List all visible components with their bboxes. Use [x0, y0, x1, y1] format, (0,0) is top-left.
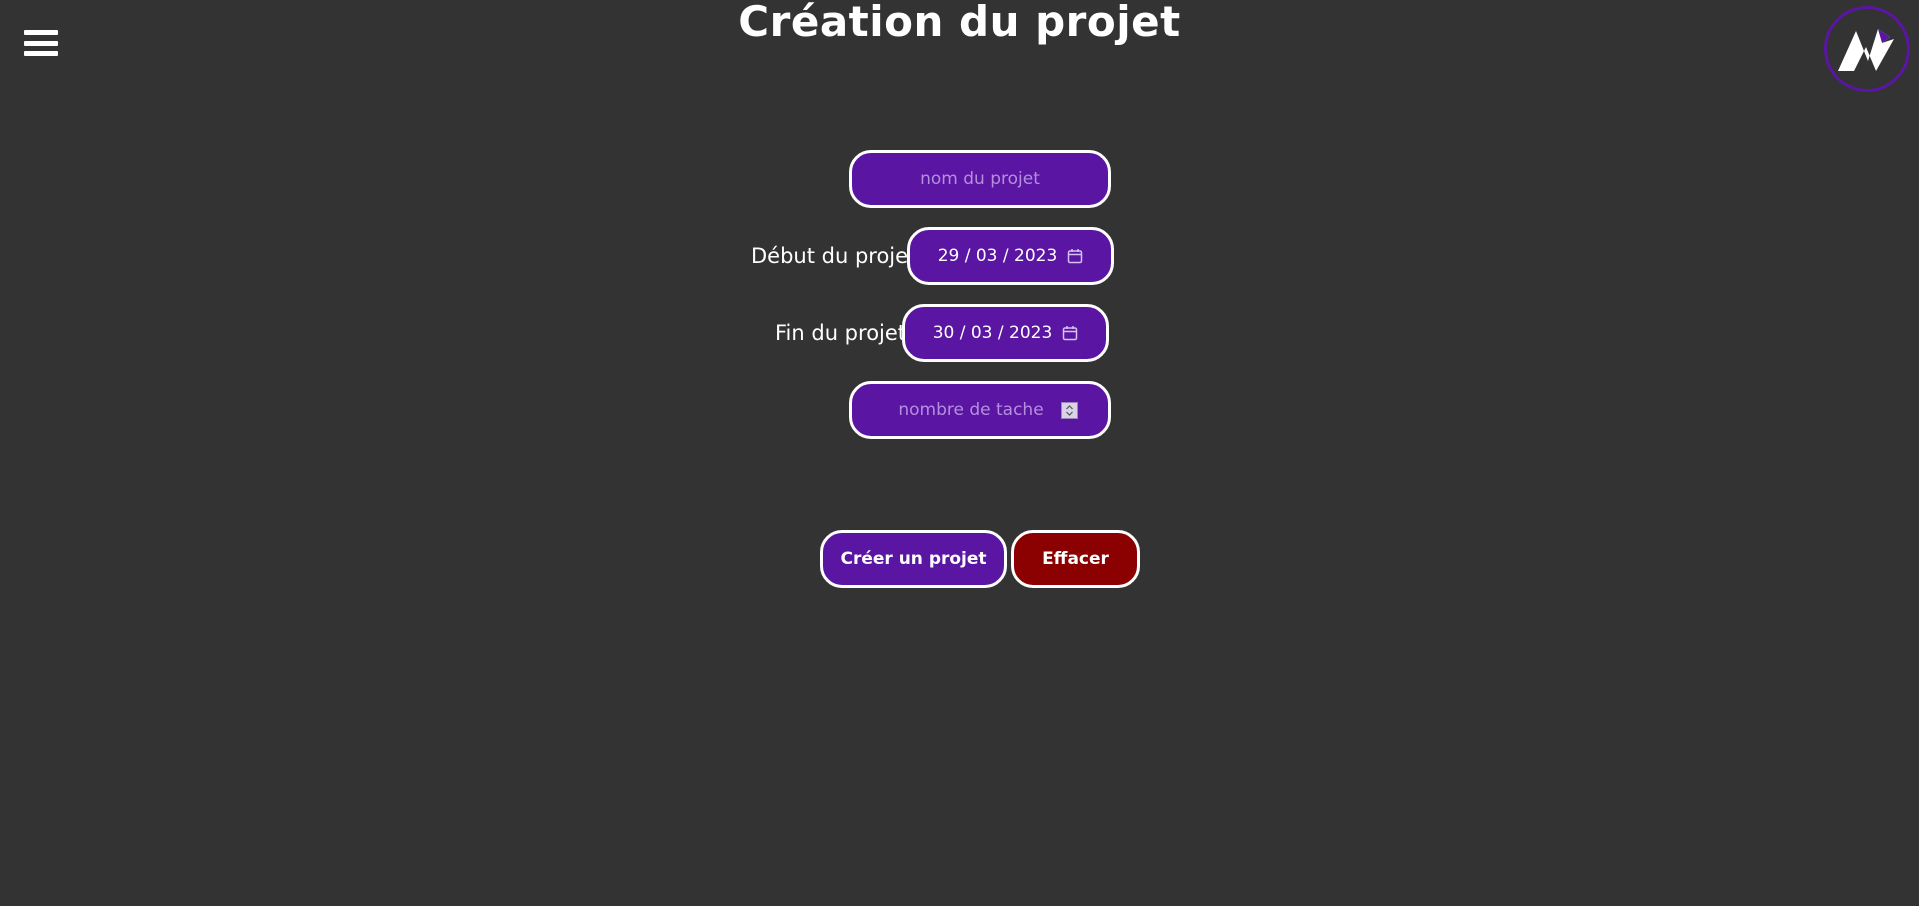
- project-name-input[interactable]: nom du projet: [849, 150, 1111, 208]
- create-project-button[interactable]: Créer un projet: [820, 530, 1007, 588]
- start-date-value: 29 / 03 / 2023: [937, 246, 1058, 266]
- spinner-icon[interactable]: [1061, 402, 1078, 419]
- calendar-icon[interactable]: [1067, 248, 1083, 264]
- start-date-input[interactable]: 29 / 03 / 2023: [907, 227, 1114, 285]
- end-date-input[interactable]: 30 / 03 / 2023: [902, 304, 1109, 362]
- task-count-input[interactable]: nombre de tache: [849, 381, 1111, 439]
- logo-mark: [1838, 29, 1894, 71]
- menu-bar: [24, 51, 58, 56]
- clear-button[interactable]: Effacer: [1011, 530, 1140, 588]
- project-name-placeholder: nom du projet: [920, 169, 1040, 189]
- end-date-value: 30 / 03 / 2023: [932, 323, 1053, 343]
- calendar-icon[interactable]: [1062, 325, 1078, 341]
- end-date-label: Fin du projet: [775, 321, 907, 345]
- app-logo-icon[interactable]: [1824, 6, 1910, 92]
- start-date-label: Début du projet: [751, 244, 917, 268]
- task-count-placeholder: nombre de tache: [898, 400, 1044, 420]
- page-title: Création du projet: [738, 0, 1181, 46]
- page: Création du projet nom du projet Début d…: [0, 0, 1919, 906]
